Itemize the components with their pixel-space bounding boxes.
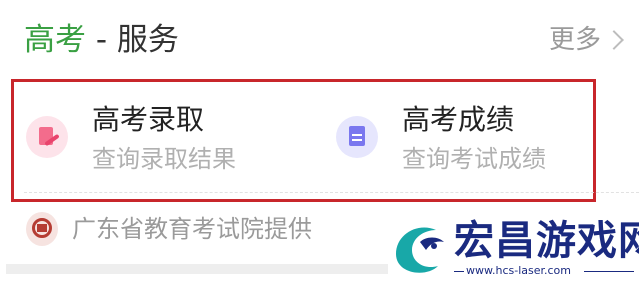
- watermark-rule-left: [454, 271, 464, 272]
- watermark-url: www.hcs-laser.com: [466, 264, 571, 277]
- pen-document-icon: [26, 116, 68, 158]
- chevron-right-icon: [604, 30, 624, 50]
- service-header: 高考 - 服务 更多: [0, 0, 639, 80]
- more-label: 更多: [548, 25, 601, 55]
- watermark-rule-right: [584, 271, 634, 272]
- exam-institute-logo-icon: [26, 212, 58, 246]
- section-title: 高考 - 服务: [24, 20, 179, 60]
- section-title-rest: - 服务: [86, 22, 179, 58]
- service-score[interactable]: 高考成绩 查询考试成绩: [336, 102, 546, 174]
- dragon-logo-icon: [396, 227, 444, 273]
- service-desc: 查询考试成绩: [402, 145, 546, 173]
- more-link[interactable]: 更多: [548, 22, 624, 58]
- provider-credit: 广东省教育考试院提供: [26, 212, 312, 246]
- service-name: 高考录取: [92, 103, 205, 136]
- section-title-accent: 高考: [24, 22, 86, 58]
- divider: [24, 192, 639, 193]
- service-name: 高考成绩: [402, 103, 515, 136]
- score-document-icon: [336, 116, 378, 158]
- service-admission[interactable]: 高考录取 查询录取结果: [26, 102, 236, 174]
- watermark: 宏昌游戏网 www.hcs-laser.com: [388, 214, 639, 284]
- provider-label: 广东省教育考试院提供: [72, 215, 312, 243]
- service-desc: 查询录取结果: [92, 145, 236, 173]
- watermark-brand: 宏昌游戏网: [454, 218, 639, 264]
- bottom-bar: [6, 264, 388, 274]
